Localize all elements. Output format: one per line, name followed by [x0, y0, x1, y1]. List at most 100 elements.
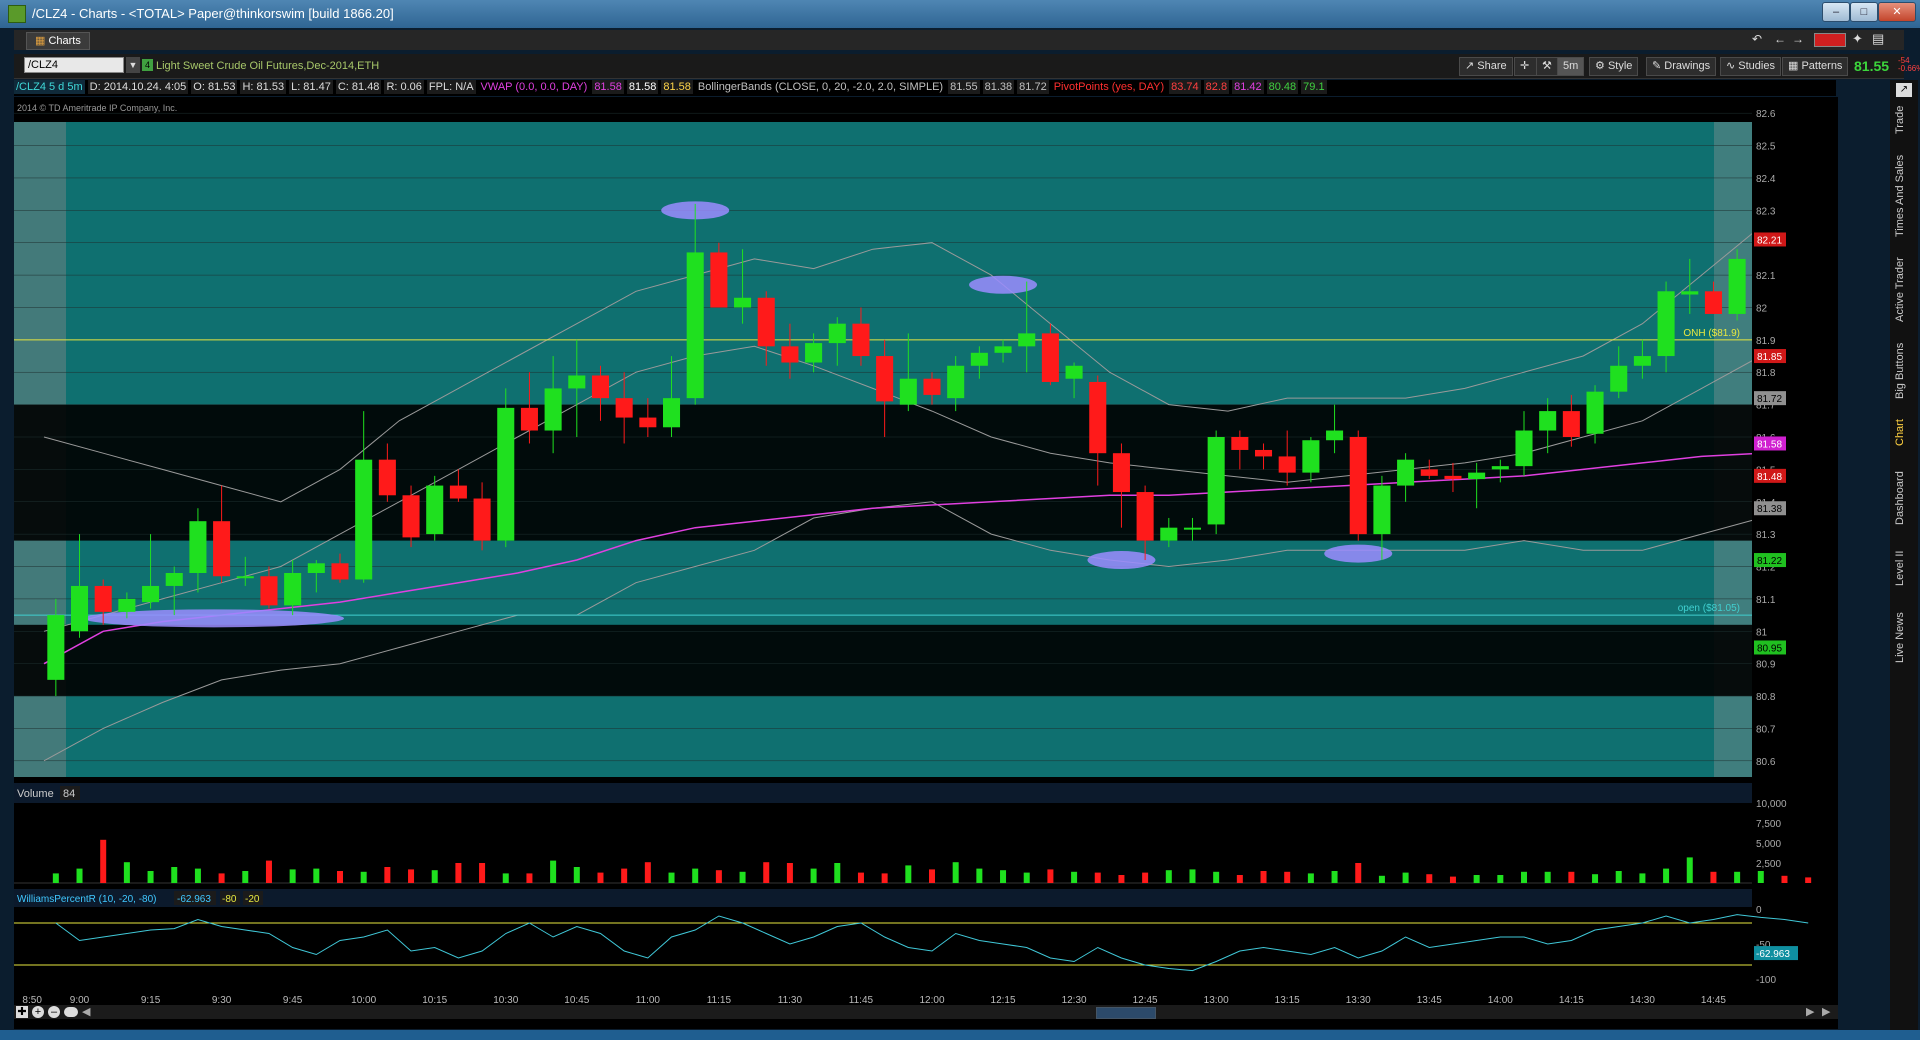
chart-scrollbar[interactable]: ✚ + – ◀ ▶ ▶: [14, 1005, 1838, 1019]
minimize-button[interactable]: –: [1822, 2, 1850, 22]
volume-bar[interactable]: [1236, 875, 1243, 883]
candle[interactable]: [1136, 492, 1154, 541]
study-legend-item[interactable]: 83.74: [1169, 80, 1201, 94]
volume-bar[interactable]: [1094, 872, 1101, 883]
volume-bar[interactable]: [502, 873, 509, 883]
candle[interactable]: [1681, 291, 1699, 295]
volume-bar[interactable]: [147, 871, 154, 883]
study-legend-item[interactable]: O: 81.53: [191, 80, 238, 94]
volume-bar[interactable]: [1497, 875, 1504, 883]
study-legend-item[interactable]: H: 81.53: [240, 80, 287, 94]
volume-bar[interactable]: [194, 868, 201, 883]
candle[interactable]: [1586, 391, 1604, 434]
study-legend-item[interactable]: 81.58: [592, 80, 624, 94]
sidebar-tab-live-news[interactable]: Live News: [1894, 600, 1914, 676]
studies-button[interactable]: ∿ Studies: [1720, 57, 1781, 76]
study-legend-item[interactable]: BollingerBands (CLOSE, 0, 20, -2.0, 2.0,…: [695, 80, 946, 94]
candle[interactable]: [473, 498, 491, 541]
candle[interactable]: [142, 585, 160, 603]
volume-bar[interactable]: [905, 865, 912, 883]
study-legend-item[interactable]: 81.38: [982, 80, 1015, 94]
candle[interactable]: [47, 615, 65, 680]
candle[interactable]: [947, 365, 965, 399]
candle[interactable]: [1444, 475, 1462, 480]
candle[interactable]: [1657, 291, 1675, 357]
candle[interactable]: [852, 323, 870, 357]
volume-bar[interactable]: [668, 872, 675, 883]
zoom-fit-icon[interactable]: ✚: [16, 1006, 28, 1018]
candle[interactable]: [591, 375, 610, 399]
candle[interactable]: [686, 252, 704, 399]
volume-bar[interactable]: [479, 863, 486, 883]
volume-bar[interactable]: [1165, 870, 1172, 883]
candle[interactable]: [1041, 333, 1059, 382]
chart-canvas[interactable]: ONH ($81.9) open ($81.05) 2014 © TD Amerit…: [14, 97, 1838, 1029]
candle[interactable]: [213, 521, 231, 577]
candle[interactable]: [1207, 437, 1225, 525]
candle[interactable]: [1112, 453, 1130, 493]
candle[interactable]: [639, 417, 657, 428]
candle[interactable]: [1491, 466, 1509, 470]
candle[interactable]: [923, 378, 941, 395]
volume-bar[interactable]: [313, 868, 320, 883]
volume-bar[interactable]: [1260, 871, 1267, 883]
volume-bar[interactable]: [1449, 876, 1456, 883]
volume-bar[interactable]: [265, 860, 272, 883]
scroll-left-icon[interactable]: ◀: [82, 1005, 90, 1018]
candle[interactable]: [1326, 430, 1344, 441]
volume-bar[interactable]: [171, 867, 178, 883]
sidebar-tab-big-buttons[interactable]: Big Buttons: [1894, 334, 1914, 408]
volume-bar[interactable]: [739, 871, 746, 883]
study-legend-item[interactable]: R: 0.06: [384, 80, 424, 94]
scrollbar-thumb[interactable]: [1096, 1007, 1156, 1019]
candle[interactable]: [1349, 437, 1367, 535]
volume-bar[interactable]: [1568, 871, 1575, 883]
volume-bar[interactable]: [1331, 871, 1338, 883]
candle[interactable]: [355, 459, 373, 580]
volume-bar[interactable]: [1000, 870, 1007, 883]
volume-bar[interactable]: [1521, 871, 1527, 883]
drag-mode-icon[interactable]: [64, 1007, 78, 1017]
study-legend-item[interactable]: 81.55: [948, 80, 980, 94]
maximize-button[interactable]: □: [1850, 2, 1878, 22]
candle[interactable]: [402, 495, 420, 538]
volume-bar[interactable]: [384, 867, 391, 883]
candle[interactable]: [1065, 365, 1083, 379]
volume-bar[interactable]: [242, 871, 249, 883]
volume-bar[interactable]: [692, 868, 699, 883]
volume-bar[interactable]: [218, 873, 225, 883]
chart-layout-icon[interactable]: ↗: [1896, 83, 1912, 97]
candle[interactable]: [1183, 527, 1202, 530]
candle[interactable]: [165, 573, 183, 586]
candle[interactable]: [378, 459, 396, 496]
candle[interactable]: [568, 375, 586, 389]
volume-bar[interactable]: [1213, 871, 1220, 883]
volume-bar[interactable]: [360, 871, 367, 883]
volume-bar[interactable]: [1284, 871, 1291, 883]
volume-bar[interactable]: [1473, 875, 1480, 883]
volume-bar[interactable]: [1710, 871, 1717, 883]
volume-bar[interactable]: [455, 863, 462, 883]
candle[interactable]: [520, 407, 538, 431]
share-button[interactable]: ↗ Share: [1459, 57, 1513, 76]
study-legend-item[interactable]: 80.48: [1266, 80, 1299, 94]
volume-bar[interactable]: [1544, 871, 1551, 883]
volume-bar[interactable]: [715, 870, 722, 883]
volume-bar[interactable]: [1734, 871, 1741, 883]
drawings-button[interactable]: ✎ Drawings: [1646, 57, 1717, 76]
candle[interactable]: [757, 297, 775, 347]
candle[interactable]: [1633, 356, 1651, 366]
candle[interactable]: [449, 485, 467, 499]
volume-bar[interactable]: [1355, 863, 1362, 883]
study-legend-item[interactable]: /CLZ4 5 d 5m: [14, 80, 85, 94]
volume-bar[interactable]: [408, 869, 415, 883]
volume-bar[interactable]: [1639, 873, 1646, 883]
style-button[interactable]: ⚙ Style: [1589, 57, 1639, 76]
candle[interactable]: [734, 297, 752, 308]
study-legend-item[interactable]: FPL: N/A: [426, 80, 476, 94]
candle[interactable]: [331, 563, 349, 580]
link-group-badge[interactable]: 4: [142, 59, 153, 71]
volume-bar[interactable]: [52, 873, 59, 883]
study-legend-item[interactable]: D: 2014.10.24. 4:05: [87, 80, 189, 94]
volume-bar[interactable]: [1686, 857, 1693, 883]
